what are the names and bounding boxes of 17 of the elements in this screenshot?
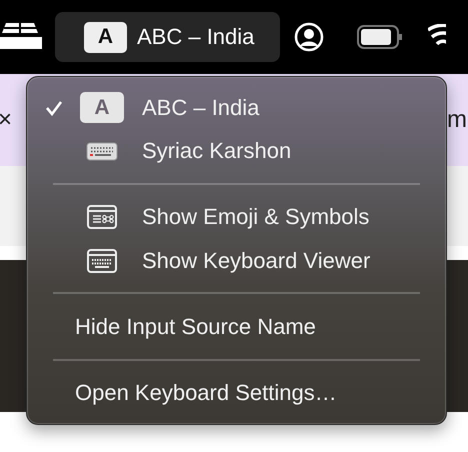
menu-item[interactable]: Show Keyboard Viewer xyxy=(27,239,446,282)
close-mark[interactable]: × xyxy=(0,106,12,134)
menu-item[interactable]: A ABC – India xyxy=(27,86,446,130)
keyboard-window-icon xyxy=(87,248,117,273)
menu-item[interactable]: Syriac Karshon xyxy=(27,129,446,173)
menu-item[interactable]: Open Keyboard Settings… xyxy=(27,372,446,416)
battery-icon[interactable] xyxy=(357,25,404,49)
page-text: m xyxy=(447,106,467,134)
keyboard-icon xyxy=(86,142,118,161)
user-icon[interactable] xyxy=(294,22,324,52)
menu-item[interactable]: Hide Input Source Name xyxy=(27,305,446,349)
input-source-menu-button[interactable]: A ABC – India xyxy=(55,12,280,62)
keyboard-icon[interactable] xyxy=(0,23,42,49)
letter-badge: A xyxy=(80,92,124,124)
emoji-window-icon xyxy=(87,205,117,230)
menu-item[interactable]: Show Emoji & Symbols xyxy=(27,196,446,240)
letter-badge: A xyxy=(84,22,127,52)
